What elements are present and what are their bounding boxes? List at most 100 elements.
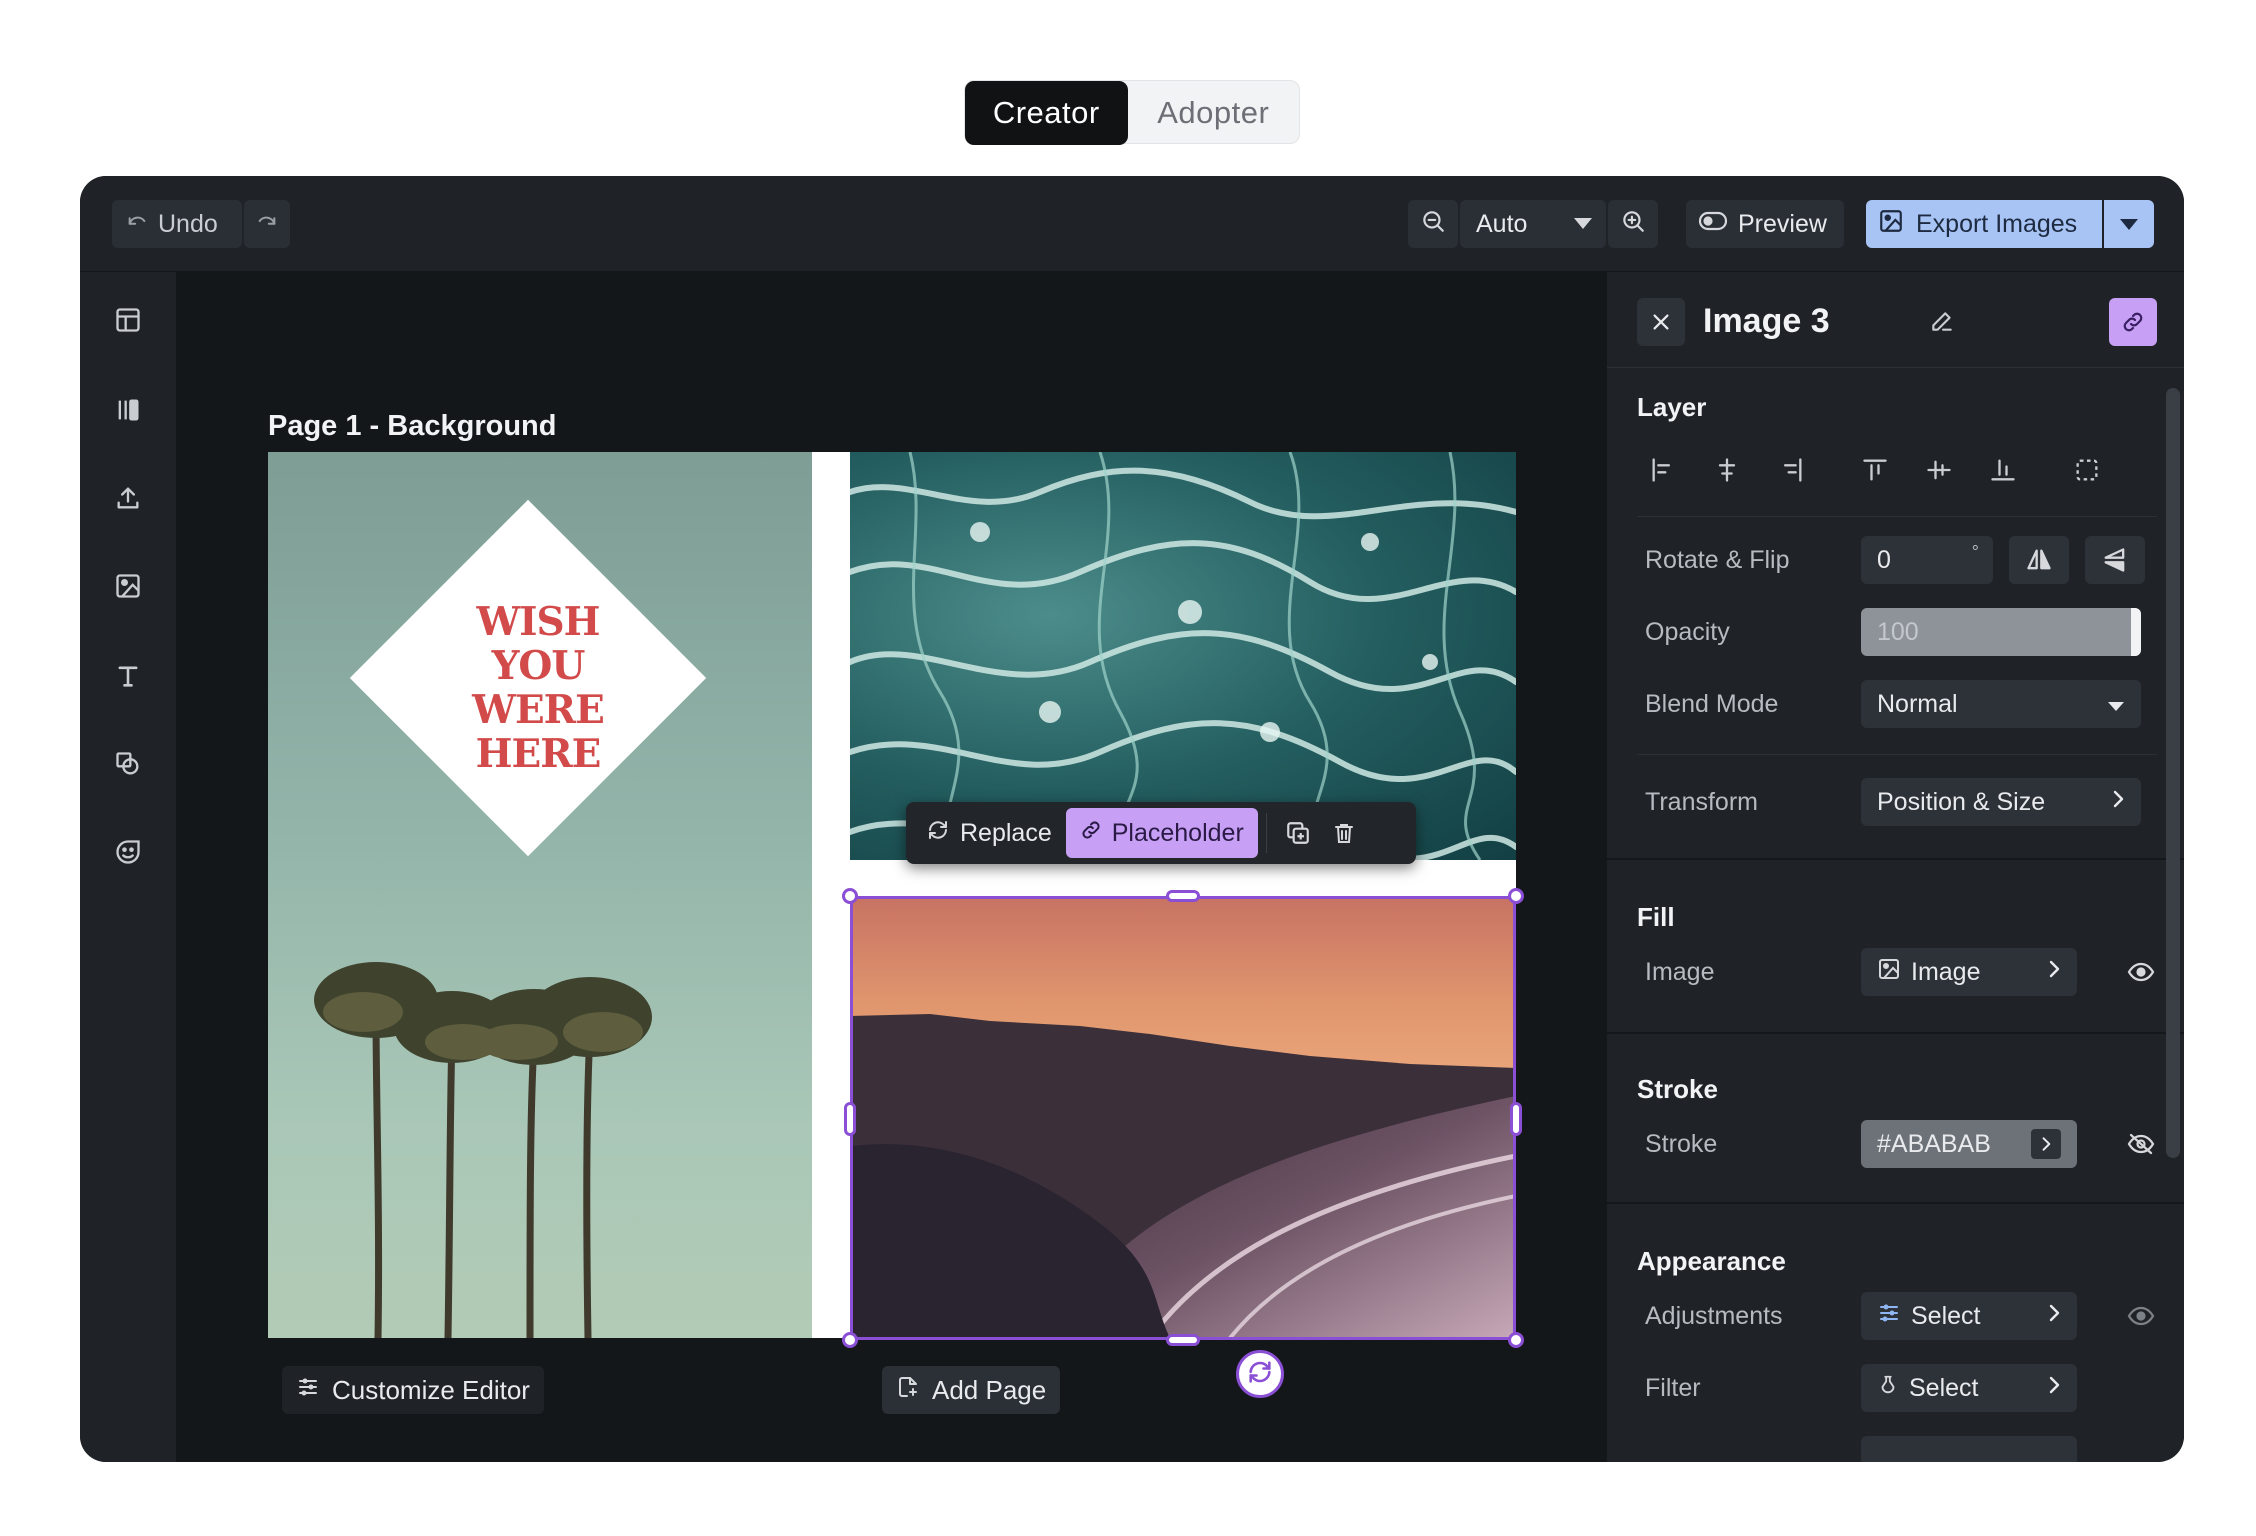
preview-button[interactable]: Preview <box>1686 200 1844 248</box>
placeholder-label: Placeholder <box>1111 818 1244 847</box>
fill-image-button[interactable]: Image <box>1861 948 2077 996</box>
left-sidebar <box>80 272 176 1462</box>
blend-mode-select[interactable]: Normal <box>1861 680 2141 728</box>
rotate-flip-label: Rotate & Flip <box>1645 546 1790 574</box>
chevron-right-icon <box>2047 1302 2061 1331</box>
shapes-icon[interactable] <box>110 746 146 782</box>
close-icon[interactable] <box>1637 298 1685 346</box>
export-images-button[interactable]: Export Images <box>1866 200 2102 248</box>
rotation-value: 0 <box>1877 545 1891 574</box>
resize-handle-bottom-right[interactable] <box>1508 1332 1524 1348</box>
export-options-button[interactable] <box>2104 200 2154 248</box>
chevron-down-icon <box>2120 218 2138 230</box>
chevron-right-icon <box>2047 1374 2061 1403</box>
resize-handle-right[interactable] <box>1510 1102 1522 1136</box>
placeholder-button[interactable]: Placeholder <box>1065 808 1258 858</box>
blend-mode-label: Blend Mode <box>1645 690 1779 718</box>
customize-editor-button[interactable]: Customize Editor <box>282 1366 544 1414</box>
undo-button[interactable]: Undo <box>112 200 242 248</box>
zoom-select[interactable]: Auto <box>1460 200 1606 248</box>
next-row-field[interactable] <box>1861 1436 2077 1462</box>
adjustments-value: Select <box>1911 1301 1981 1330</box>
stroke-color-field[interactable]: #ABABAB <box>1861 1120 2077 1168</box>
duplicate-icon[interactable] <box>1275 808 1321 858</box>
resize-handle-top[interactable] <box>1166 890 1200 902</box>
resize-handle-bottom[interactable] <box>1166 1334 1200 1346</box>
align-bottom-icon[interactable] <box>1985 452 2021 488</box>
filter-select-button[interactable]: Select <box>1861 1364 2077 1412</box>
stroke-color-value: #ABABAB <box>1877 1129 1991 1158</box>
align-center-horizontal-icon[interactable] <box>1709 452 1745 488</box>
transform-button[interactable]: Position & Size <box>1861 778 2141 826</box>
design-page[interactable]: WISH YOU WERE HERE <box>268 452 1516 1338</box>
resize-handle-top-right[interactable] <box>1508 888 1524 904</box>
add-page-button[interactable]: Add Page <box>882 1366 1061 1414</box>
filter-label: Filter <box>1645 1374 1701 1402</box>
eye-icon <box>1698 210 1728 239</box>
link-icon[interactable] <box>2109 298 2157 346</box>
sticker-icon[interactable] <box>110 834 146 870</box>
adopter-mode-button[interactable]: Adopter <box>1128 81 1299 145</box>
select-bounds-icon[interactable] <box>2069 452 2105 488</box>
redo-button[interactable] <box>244 200 290 248</box>
resize-handle-bottom-left[interactable] <box>842 1332 858 1348</box>
blend-mode-value: Normal <box>1877 689 1958 718</box>
palm-tree-image[interactable]: WISH YOU WERE HERE <box>268 452 812 1338</box>
undo-icon <box>126 210 148 239</box>
image-icon <box>1878 208 1904 241</box>
opacity-slider[interactable]: 100 <box>1861 608 2141 656</box>
resize-handle-top-left[interactable] <box>842 888 858 904</box>
stroke-label: Stroke <box>1645 1130 1718 1158</box>
adjustments-label: Adjustments <box>1645 1302 1783 1330</box>
fill-visibility-eye-icon[interactable] <box>2123 954 2159 990</box>
creator-mode-button[interactable]: Creator <box>965 81 1128 145</box>
zoom-value: Auto <box>1476 209 1528 238</box>
library-icon[interactable] <box>110 392 146 428</box>
upload-icon[interactable] <box>110 480 146 516</box>
add-page-icon <box>896 1374 920 1407</box>
image-icon[interactable] <box>110 568 146 604</box>
customize-editor-label: Customize Editor <box>332 1374 530 1405</box>
align-left-icon[interactable] <box>1645 452 1681 488</box>
panel-title: Image 3 <box>1703 302 1830 340</box>
layer-section-title: Layer <box>1637 392 1707 422</box>
align-center-vertical-icon[interactable] <box>1921 452 1957 488</box>
flip-horizontal-icon[interactable] <box>2009 536 2069 584</box>
page-title: Page 1 - Background <box>268 410 557 442</box>
transform-label: Transform <box>1645 788 1758 816</box>
zoom-in-icon <box>1620 208 1646 241</box>
chevron-down-icon <box>2107 690 2125 719</box>
resize-handle-left[interactable] <box>844 1102 856 1136</box>
align-top-icon[interactable] <box>1857 452 1893 488</box>
flip-vertical-icon[interactable] <box>2085 536 2145 584</box>
pencil-icon[interactable] <box>1929 308 1955 339</box>
panel-scrollbar[interactable] <box>2166 388 2180 1158</box>
sunset-beach-image[interactable] <box>850 896 1516 1338</box>
layout-icon[interactable] <box>110 302 146 338</box>
rotate-handle[interactable] <box>1236 1350 1284 1398</box>
zoom-in-button[interactable] <box>1608 200 1658 248</box>
image-context-toolbar: Replace Placeholder <box>906 802 1416 864</box>
chevron-right-icon <box>2031 1129 2061 1159</box>
chevron-down-icon <box>1574 218 1592 229</box>
water-image[interactable] <box>850 452 1516 860</box>
zoom-out-icon <box>1420 208 1446 241</box>
text-icon[interactable] <box>110 658 146 694</box>
eye-off-icon[interactable] <box>2123 1126 2159 1162</box>
trash-icon[interactable] <box>1321 808 1367 858</box>
opacity-slider-thumb[interactable] <box>2131 608 2141 656</box>
align-right-icon[interactable] <box>1773 452 1809 488</box>
preview-label: Preview <box>1738 209 1827 238</box>
toolbar-divider <box>1265 813 1267 853</box>
adjustments-visibility-eye-icon[interactable] <box>2123 1298 2159 1334</box>
mode-toggle: Creator Adopter <box>964 80 1300 145</box>
zoom-out-button[interactable] <box>1408 200 1458 248</box>
section-divider <box>1607 1202 2184 1204</box>
export-label: Export Images <box>1916 209 2078 238</box>
sliders-icon <box>296 1375 320 1406</box>
adjustments-select-button[interactable]: Select <box>1861 1292 2077 1340</box>
replace-button[interactable]: Replace <box>912 808 1066 858</box>
postcard-line: YOU <box>491 643 586 689</box>
rotation-input[interactable]: 0 ° <box>1861 536 1993 584</box>
section-divider <box>1607 858 2184 860</box>
